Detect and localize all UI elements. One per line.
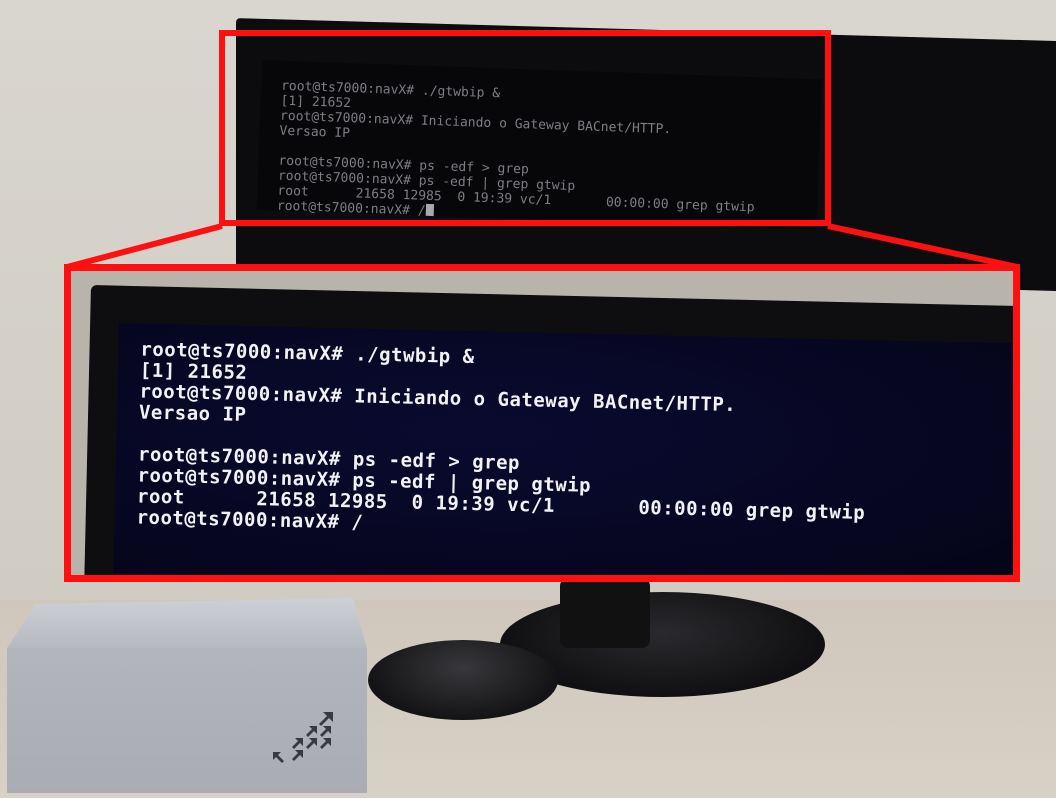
monitor-stand-neck (560, 578, 650, 648)
box-top-face (7, 598, 367, 648)
highlight-box-small (219, 30, 831, 226)
photo-scene: root@ts7000:navX# ./gtwbip & [1] 21652 r… (0, 0, 1056, 798)
arrow-grid-icon (273, 712, 333, 763)
round-hub-device (368, 640, 558, 720)
gateway-device-box (7, 598, 367, 793)
zoomed-terminal-screen: root@ts7000:navX# ./gtwbip & [1] 21652 r… (113, 323, 1013, 575)
zoomed-callout: root@ts7000:navX# ./gtwbip & [1] 21652 r… (64, 264, 1020, 582)
